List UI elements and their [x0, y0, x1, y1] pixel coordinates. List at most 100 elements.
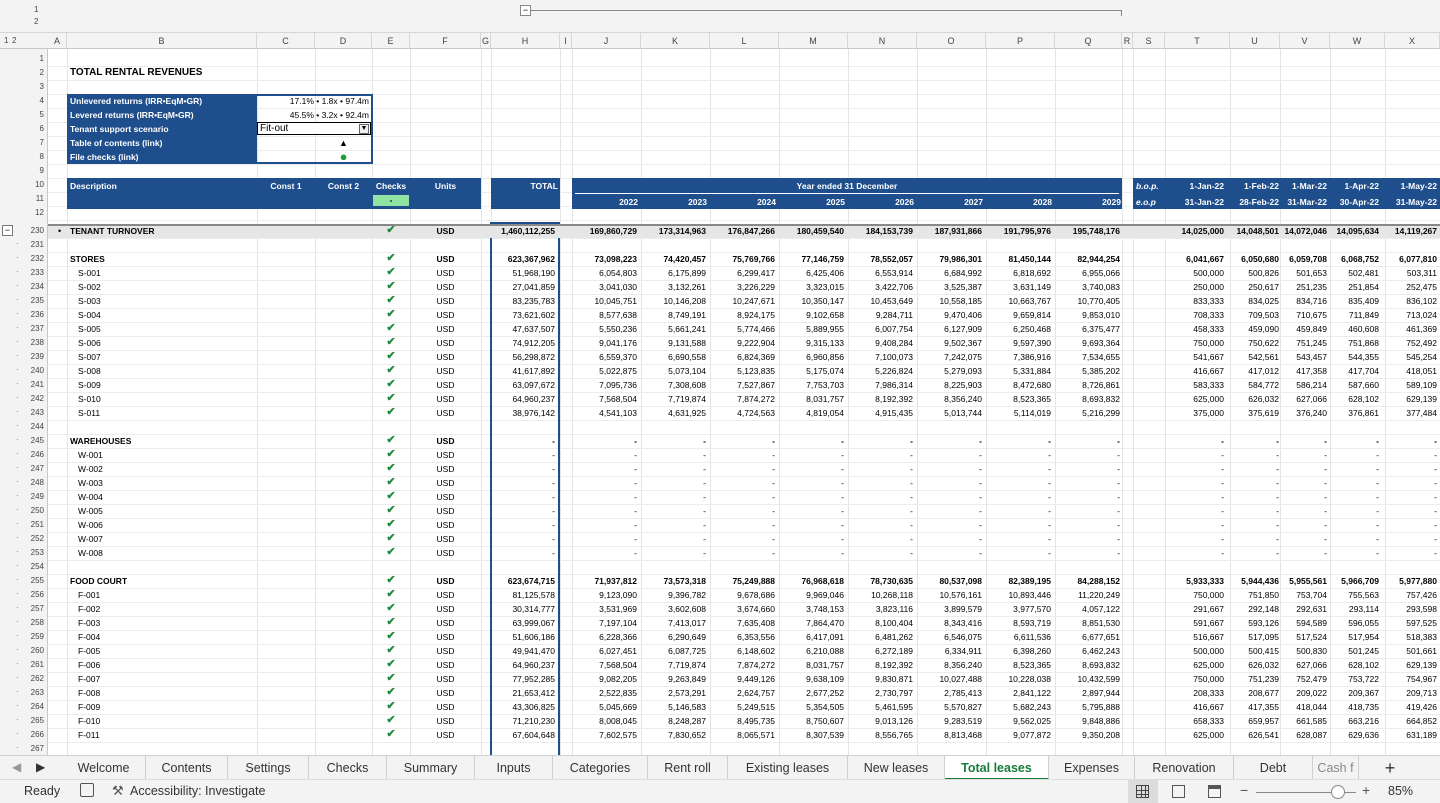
year-value[interactable]: 9,123,090 — [572, 588, 637, 602]
month-value[interactable]: 516,667 — [1165, 630, 1224, 644]
year-value[interactable]: - — [641, 532, 706, 546]
year-value[interactable]: 7,635,408 — [710, 616, 775, 630]
accessibility-icon[interactable]: ⚒ — [112, 783, 124, 799]
column-header-N[interactable]: N — [848, 33, 917, 49]
month-value[interactable]: 461,369 — [1385, 322, 1437, 336]
row-number[interactable]: 256 — [24, 588, 48, 602]
year-value[interactable]: 84,288,152 — [1055, 574, 1120, 588]
year-value[interactable]: 6,398,260 — [986, 644, 1051, 658]
year-value[interactable]: 73,573,318 — [641, 574, 706, 588]
year-value[interactable]: - — [710, 546, 775, 560]
year-value[interactable]: 3,226,229 — [710, 280, 775, 294]
table-row[interactable] — [48, 560, 1440, 574]
month-value[interactable]: 208,677 — [1230, 686, 1279, 700]
year-value[interactable]: 9,659,814 — [986, 308, 1051, 322]
accessibility-status[interactable]: Accessibility: Investigate — [130, 784, 265, 798]
row-number[interactable]: 260 — [24, 644, 48, 658]
year-value[interactable]: 8,693,832 — [1055, 658, 1120, 672]
month-value[interactable]: 628,102 — [1330, 658, 1379, 672]
column-header-S[interactable]: S — [1133, 33, 1165, 49]
month-value[interactable]: 594,589 — [1280, 616, 1327, 630]
month-value[interactable]: 517,954 — [1330, 630, 1379, 644]
year-value[interactable]: - — [917, 532, 982, 546]
year-value[interactable]: 8,225,903 — [917, 378, 982, 392]
row-number[interactable]: 239 — [24, 350, 48, 364]
year-value[interactable]: 7,830,652 — [641, 728, 706, 742]
tab-contents[interactable]: Contents — [146, 756, 228, 780]
month-value[interactable]: 14,072,046 — [1280, 224, 1327, 238]
year-value[interactable]: 10,228,038 — [986, 672, 1051, 686]
year-value[interactable]: 2,897,944 — [1055, 686, 1120, 700]
row-number[interactable]: 236 — [24, 308, 48, 322]
year-value[interactable]: 10,350,147 — [779, 294, 844, 308]
year-value[interactable]: 6,462,243 — [1055, 644, 1120, 658]
row-number[interactable]: 8 — [24, 150, 48, 164]
year-value[interactable]: 8,031,757 — [779, 392, 844, 406]
row-total[interactable]: 77,952,285 — [491, 672, 555, 686]
row-total[interactable]: - — [491, 504, 555, 518]
month-value[interactable]: 292,148 — [1230, 602, 1279, 616]
month-value[interactable]: 752,492 — [1385, 336, 1437, 350]
tab-welcome[interactable]: Welcome — [62, 756, 146, 780]
month-value[interactable]: 502,481 — [1330, 266, 1379, 280]
year-value[interactable]: 8,813,468 — [917, 728, 982, 742]
year-value[interactable]: 3,740,083 — [1055, 280, 1120, 294]
year-value[interactable]: 3,531,969 — [572, 602, 637, 616]
month-value[interactable]: 503,311 — [1385, 266, 1437, 280]
year-value[interactable]: 8,495,735 — [710, 714, 775, 728]
tab-debt[interactable]: Debt — [1234, 756, 1313, 780]
month-value[interactable]: 417,704 — [1330, 364, 1379, 378]
month-value[interactable]: 711,849 — [1330, 308, 1379, 322]
column-header-O[interactable]: O — [917, 33, 986, 49]
month-value[interactable]: 659,957 — [1230, 714, 1279, 728]
year-value[interactable]: - — [710, 448, 775, 462]
year-value[interactable]: 10,146,208 — [641, 294, 706, 308]
year-value[interactable]: - — [641, 504, 706, 518]
year-value[interactable]: 79,986,301 — [917, 252, 982, 266]
year-value[interactable]: 6,559,370 — [572, 350, 637, 364]
zoom-out-button[interactable]: − — [1240, 782, 1248, 798]
year-value[interactable]: 82,944,254 — [1055, 252, 1120, 266]
year-value[interactable]: 5,045,669 — [572, 700, 637, 714]
year-value[interactable]: 6,007,754 — [848, 322, 913, 336]
row-total[interactable]: 30,314,777 — [491, 602, 555, 616]
month-value[interactable]: - — [1230, 546, 1279, 560]
year-value[interactable]: 5,570,827 — [917, 700, 982, 714]
year-value[interactable]: 5,175,074 — [779, 364, 844, 378]
month-value[interactable]: - — [1230, 462, 1279, 476]
column-header-F[interactable]: F — [410, 33, 481, 49]
row-number[interactable]: 242 — [24, 392, 48, 406]
year-value[interactable]: 184,153,739 — [848, 224, 913, 238]
tab-summary[interactable]: Summary — [387, 756, 475, 780]
month-value[interactable]: 663,216 — [1330, 714, 1379, 728]
year-value[interactable]: - — [917, 434, 982, 448]
year-value[interactable]: 2,785,413 — [917, 686, 982, 700]
year-value[interactable]: 11,220,249 — [1055, 588, 1120, 602]
month-value[interactable]: 250,617 — [1230, 280, 1279, 294]
year-value[interactable]: 180,459,540 — [779, 224, 844, 238]
month-value[interactable]: - — [1385, 476, 1437, 490]
table-row[interactable] — [48, 742, 1440, 755]
year-value[interactable]: - — [572, 532, 637, 546]
year-value[interactable]: - — [848, 504, 913, 518]
row-number[interactable]: 245 — [24, 434, 48, 448]
year-value[interactable]: 3,823,116 — [848, 602, 913, 616]
row-total[interactable]: - — [491, 462, 555, 476]
row-number[interactable]: 264 — [24, 700, 48, 714]
month-value[interactable]: 518,383 — [1385, 630, 1437, 644]
year-value[interactable]: 6,290,649 — [641, 630, 706, 644]
year-value[interactable]: - — [572, 462, 637, 476]
year-value[interactable]: 82,389,195 — [986, 574, 1051, 588]
month-value[interactable]: - — [1230, 434, 1279, 448]
row-total[interactable]: 74,912,205 — [491, 336, 555, 350]
month-value[interactable]: 757,426 — [1385, 588, 1437, 602]
month-value[interactable]: 5,977,880 — [1385, 574, 1437, 588]
year-value[interactable]: 8,031,757 — [779, 658, 844, 672]
month-value[interactable]: - — [1230, 532, 1279, 546]
year-value[interactable]: 3,977,570 — [986, 602, 1051, 616]
row-number[interactable]: 241 — [24, 378, 48, 392]
month-value[interactable]: 751,868 — [1330, 336, 1379, 350]
year-value[interactable]: 7,874,272 — [710, 658, 775, 672]
column-header-T[interactable]: T — [1165, 33, 1230, 49]
year-value[interactable]: - — [986, 518, 1051, 532]
